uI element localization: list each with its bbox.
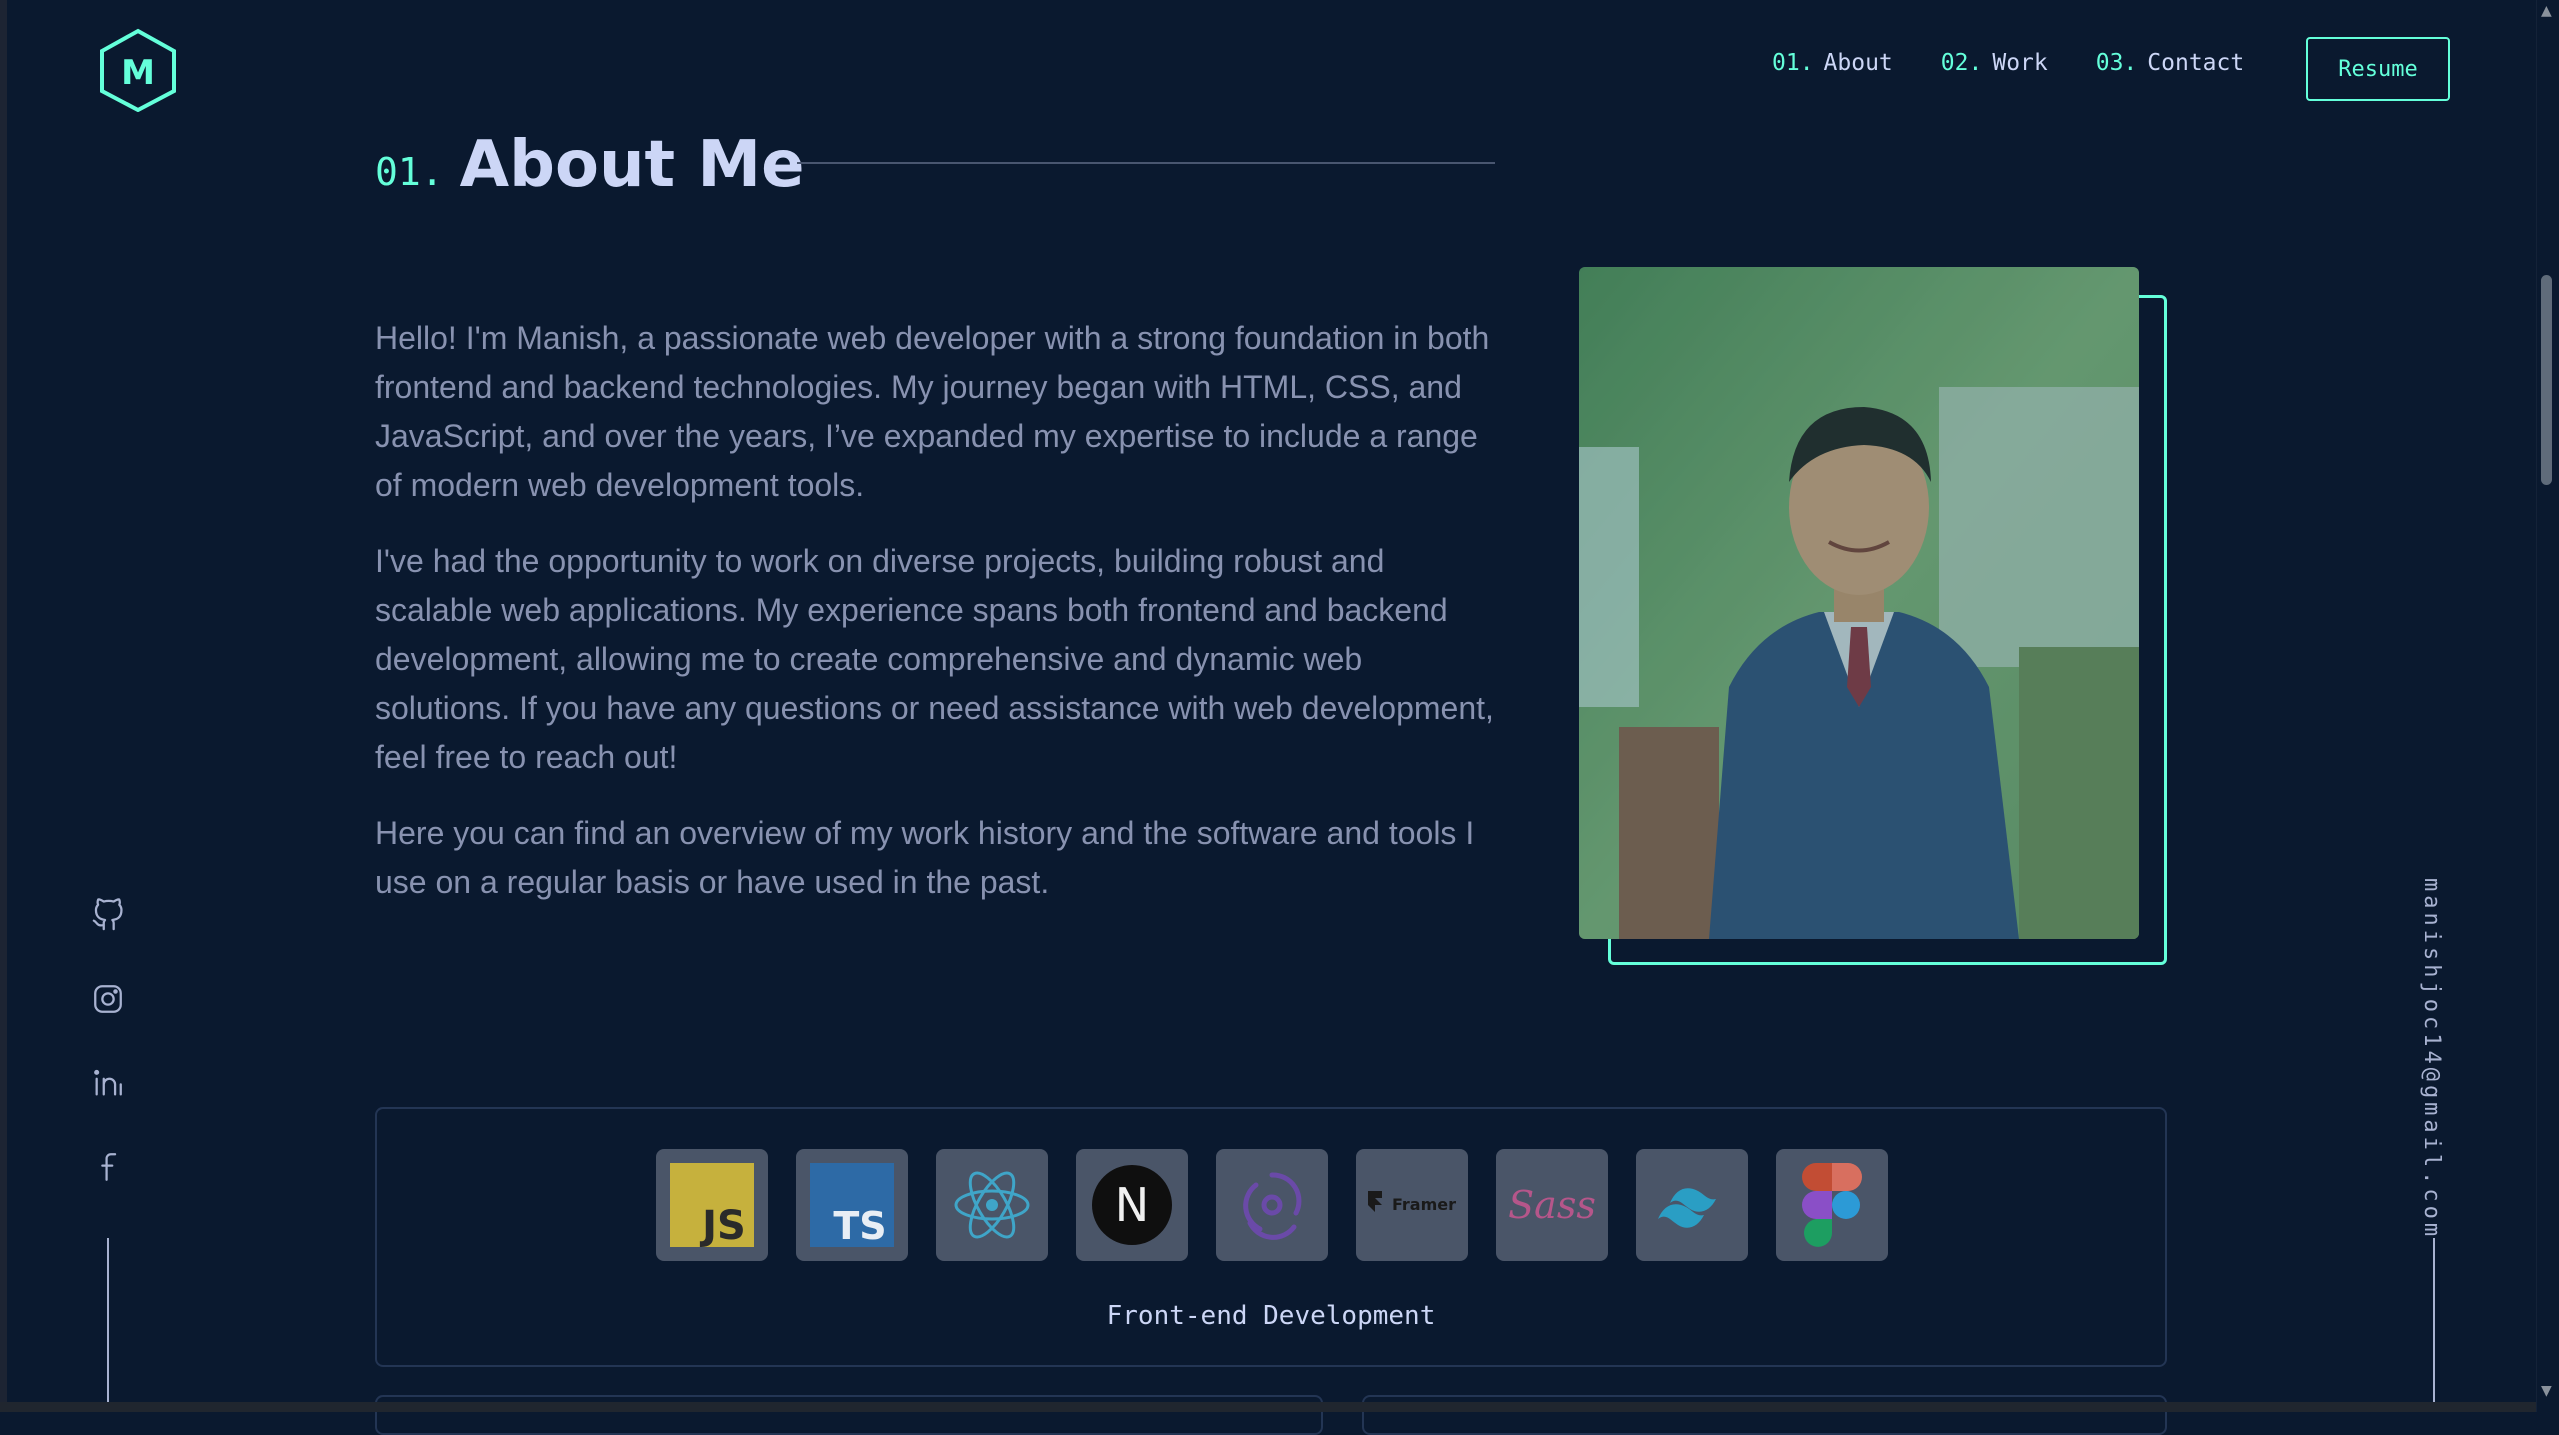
redux-icon[interactable] — [1216, 1149, 1328, 1261]
svg-text:JS: JS — [699, 1203, 746, 1247]
figma-icon[interactable] — [1776, 1149, 1888, 1261]
nav-work-number: 02. — [1940, 50, 1983, 76]
nav-contact-link[interactable]: 03. Contact — [2096, 50, 2244, 76]
nav-about-link[interactable]: 01. About — [1772, 50, 1893, 76]
skills-category-label: Front-end Development — [1106, 1301, 1436, 1331]
section-title: About Me — [459, 128, 805, 202]
tech-icons-row: JS TS N Framer Sass — [656, 1149, 1888, 1261]
about-paragraph-1: Hello! I'm Manish, a passionate web deve… — [375, 320, 1490, 503]
scrollbar-thumb[interactable] — [2541, 275, 2552, 485]
scroll-down-arrow[interactable]: ▼ — [2541, 1384, 2552, 1398]
scroll-up-arrow[interactable]: ▲ — [2541, 4, 2552, 18]
tailwind-icon[interactable] — [1636, 1149, 1748, 1261]
section-number: 01. — [375, 150, 444, 194]
svg-text:Framer: Framer — [1392, 1195, 1456, 1214]
window-frame-left — [0, 0, 7, 1412]
svg-text:N: N — [1115, 1178, 1149, 1232]
logo-hexagon[interactable]: M — [98, 28, 178, 113]
about-paragraph-3: Here you can find an overview of my work… — [375, 815, 1475, 900]
javascript-icon[interactable]: JS — [656, 1149, 768, 1261]
nextjs-icon[interactable]: N — [1076, 1149, 1188, 1261]
scrollbar-track[interactable] — [2536, 0, 2559, 1412]
instagram-icon[interactable] — [88, 979, 128, 1019]
frontend-skills-card: JS TS N Framer Sass Front-end Developmen… — [375, 1107, 2167, 1367]
about-paragraph-2: I've had the opportunity to work on dive… — [375, 543, 1494, 775]
facebook-icon[interactable] — [88, 1147, 128, 1187]
email-divider-line — [2433, 1238, 2435, 1412]
nav-work-link[interactable]: 02. Work — [1941, 50, 2048, 76]
nav-contact-label: Contact — [2147, 50, 2245, 76]
social-divider-line — [107, 1238, 109, 1412]
window-frame-bottom — [0, 1402, 2559, 1412]
svg-text:M: M — [121, 53, 155, 93]
framer-icon[interactable]: Framer — [1356, 1149, 1468, 1261]
svg-text:Sass: Sass — [1508, 1183, 1596, 1227]
svg-text:TS: TS — [833, 1204, 886, 1247]
linkedin-icon[interactable] — [88, 1063, 128, 1103]
react-icon[interactable] — [936, 1149, 1048, 1261]
sass-icon[interactable]: Sass — [1496, 1149, 1608, 1261]
email-link[interactable]: manishjoc14@gmail.com — [2419, 878, 2444, 1240]
nav-about-label: About — [1823, 50, 1893, 76]
typescript-icon[interactable]: TS — [796, 1149, 908, 1261]
nav-work-label: Work — [1992, 50, 2048, 76]
profile-photo[interactable] — [1579, 267, 2139, 939]
nav-about-number: 01. — [1772, 50, 1814, 76]
nav-contact-number: 03. — [2095, 50, 2138, 76]
resume-button[interactable]: Resume — [2306, 37, 2450, 101]
github-icon[interactable] — [88, 895, 128, 935]
next-skills-card-left — [375, 1395, 1323, 1435]
next-skills-card-right — [1362, 1395, 2167, 1435]
about-heading: 01. About Me — [375, 128, 804, 202]
about-text: Hello! I'm Manish, a passionate web deve… — [375, 314, 1495, 934]
heading-divider — [797, 162, 1495, 164]
top-nav: 01. About 02. Work 03. Contact — [1772, 50, 2244, 76]
